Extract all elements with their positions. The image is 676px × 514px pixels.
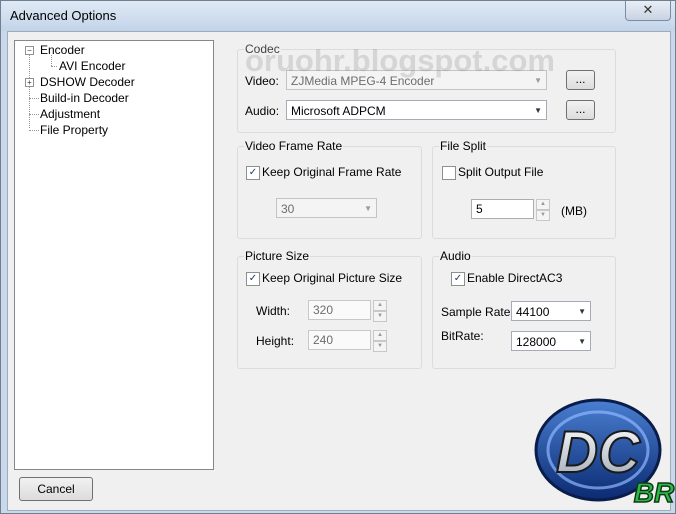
chevron-down-icon: ▼	[364, 204, 372, 213]
tree-item-build-in-decoder[interactable]: Build-in Decoder	[40, 91, 129, 105]
dcbr-logo: DC BR	[534, 398, 676, 509]
file-split-group	[432, 146, 616, 239]
picture-size-label: Picture Size	[244, 249, 311, 263]
title-bar[interactable]: Advanced Options ✕	[1, 1, 675, 31]
options-tree[interactable]: − Encoder AVI Encoder + DSHOW Decoder Bu…	[14, 40, 214, 470]
bitrate-label: BitRate:	[441, 329, 484, 343]
height-stepper[interactable]: ▲ ▼	[373, 330, 387, 352]
bitrate-select[interactable]: 128000 ▼	[511, 331, 591, 351]
keep-frame-rate-label[interactable]: Keep Original Frame Rate	[262, 165, 401, 179]
sample-rate-select[interactable]: 44100 ▼	[511, 301, 591, 321]
tree-guide-line	[29, 55, 30, 128]
tree-guide-line	[51, 66, 57, 67]
split-output-checkbox[interactable]	[442, 166, 456, 180]
chevron-down-icon: ▼	[578, 307, 586, 316]
split-size-stepper[interactable]: ▲ ▼	[536, 199, 550, 221]
audio-codec-select[interactable]: Microsoft ADPCM ▼	[286, 100, 547, 120]
split-size-input[interactable]: 5	[471, 199, 534, 219]
stepper-down-icon[interactable]: ▼	[536, 210, 550, 221]
logo-subtext: BR	[634, 477, 675, 508]
cancel-button[interactable]: Cancel	[19, 477, 93, 501]
tree-item-file-property[interactable]: File Property	[40, 123, 108, 137]
tree-item-encoder[interactable]: Encoder	[40, 43, 85, 57]
audio-codec-value: Microsoft ADPCM	[291, 104, 386, 118]
video-frame-rate-label: Video Frame Rate	[244, 139, 344, 153]
width-input[interactable]: 320	[308, 300, 371, 320]
stepper-down-icon[interactable]: ▼	[373, 341, 387, 352]
window-title: Advanced Options	[10, 8, 117, 23]
stepper-up-icon[interactable]: ▲	[536, 199, 550, 210]
video-frame-rate-group	[237, 146, 422, 239]
frame-rate-select[interactable]: 30 ▼	[276, 198, 377, 218]
tree-guide-line	[29, 98, 39, 99]
sample-rate-label: Sample Rate:	[441, 305, 514, 319]
chevron-down-icon: ▼	[578, 337, 586, 346]
close-button[interactable]: ✕	[625, 1, 671, 21]
chevron-down-icon: ▼	[534, 106, 542, 115]
sample-rate-value: 44100	[516, 305, 550, 319]
keep-frame-rate-checkbox[interactable]: ✓	[246, 166, 260, 180]
bitrate-value: 128000	[516, 335, 557, 349]
file-split-label: File Split	[439, 139, 488, 153]
stepper-down-icon[interactable]: ▼	[373, 311, 387, 322]
audio-codec-label: Audio:	[245, 104, 280, 118]
split-output-label[interactable]: Split Output File	[458, 165, 543, 179]
enable-directac3-checkbox[interactable]: ✓	[451, 272, 465, 286]
width-label: Width:	[256, 304, 291, 318]
tree-item-adjustment[interactable]: Adjustment	[40, 107, 100, 121]
video-codec-browse-button[interactable]: ...	[566, 70, 595, 90]
tree-guide-line	[29, 130, 39, 131]
enable-directac3-label[interactable]: Enable DirectAC3	[467, 271, 562, 285]
width-stepper[interactable]: ▲ ▼	[373, 300, 387, 322]
expand-icon[interactable]: +	[25, 78, 34, 87]
height-input[interactable]: 240	[308, 330, 371, 350]
audio-group-label: Audio	[439, 249, 472, 263]
stepper-up-icon[interactable]: ▲	[373, 330, 387, 341]
split-size-unit: (MB)	[561, 204, 587, 218]
close-icon: ✕	[642, 2, 654, 17]
frame-rate-value: 30	[281, 202, 295, 216]
keep-picture-size-label[interactable]: Keep Original Picture Size	[262, 271, 402, 285]
audio-codec-browse-button[interactable]: ...	[566, 100, 595, 120]
tree-guide-line	[29, 114, 39, 115]
keep-picture-size-checkbox[interactable]: ✓	[246, 272, 260, 286]
logo-text: DC	[556, 420, 641, 485]
stepper-up-icon[interactable]: ▲	[373, 300, 387, 311]
blog-watermark: oruohr.blogspot.com	[245, 43, 555, 78]
tree-item-avi-encoder[interactable]: AVI Encoder	[59, 59, 125, 73]
tree-item-dshow-decoder[interactable]: DSHOW Decoder	[40, 75, 135, 89]
height-label: Height:	[256, 334, 295, 348]
collapse-icon[interactable]: −	[25, 46, 34, 55]
